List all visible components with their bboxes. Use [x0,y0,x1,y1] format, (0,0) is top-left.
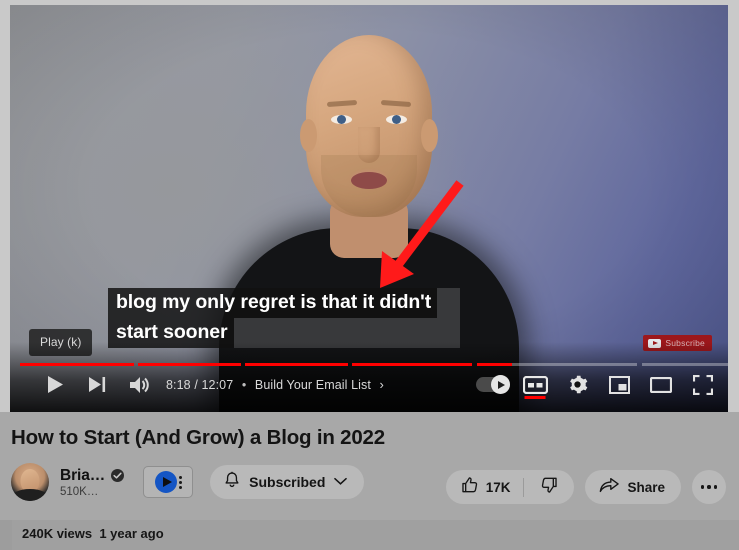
player-controls-left: 8:18 / 12:07 • Build Your Email List › [34,364,384,406]
play-keyboard-tooltip: Play (k) [29,329,93,356]
notification-play-icon [154,471,177,493]
bell-icon [224,471,240,494]
youtube-logo-icon [648,338,662,348]
like-button[interactable]: 17K [446,470,524,504]
publish-date: 1 year ago [99,526,164,541]
subscriber-count: 510K… [60,485,99,498]
miniplayer-button[interactable] [598,364,640,406]
player-controls-bar: 8:18 / 12:07 • Build Your Email List › [20,362,728,407]
subscribed-button[interactable]: Subscribed [210,465,365,499]
theater-mode-button[interactable] [640,364,682,406]
subscribe-watermark-label: Subscribe [665,338,705,348]
video-stats-row: 240K views 1 year ago [0,520,739,550]
thumbs-up-icon [461,476,479,499]
thumbs-down-icon [540,476,558,499]
time-and-chapter-display: 8:18 / 12:07 • Build Your Email List › [166,377,384,392]
channel-name[interactable]: Bria… [60,467,105,485]
page-title: How to Start (And Grow) a Blog in 2022 [11,426,385,449]
avatar[interactable] [11,463,49,501]
share-button[interactable]: Share [585,470,681,504]
subscribed-label: Subscribed [249,474,326,490]
settings-button[interactable] [556,364,598,406]
more-actions-button[interactable] [692,470,726,504]
autoplay-toggle[interactable] [472,364,514,406]
youtube-watch-page: blog my only regret is that it didn't st… [0,0,739,550]
volume-button[interactable] [118,364,160,406]
notification-settings-button[interactable] [143,466,194,498]
channel-name-row: Bria… [60,467,125,485]
like-count: 17K [485,479,511,495]
avatar-body [11,489,49,501]
view-stats: 240K views 1 year ago [22,526,164,541]
annotation-arrow-icon [362,173,472,298]
share-arrow-icon [599,477,620,498]
captions-button[interactable] [514,364,556,406]
autoplay-toggle-knob [491,375,510,394]
video-actions: 17K Share [445,470,726,504]
chapter-bullet: • [241,378,247,392]
caption-line-2: start sooner [108,318,234,348]
video-player[interactable]: blog my only regret is that it didn't st… [10,5,728,412]
verified-check-icon [111,469,125,482]
player-controls-right [472,364,724,406]
share-label: Share [627,479,665,495]
dislike-button[interactable] [524,470,574,504]
autoplay-toggle-icon [476,375,510,394]
captions-overlay: blog my only regret is that it didn't st… [108,288,460,348]
caption-line-1: blog my only regret is that it didn't [108,288,438,318]
chevron-right-icon[interactable]: › [380,377,384,392]
channel-owner-row: Bria… 510K… Subscribed [11,460,365,504]
chevron-down-icon [334,473,348,491]
view-count: 240K views [22,526,93,541]
captions-active-indicator [524,396,546,399]
subscribe-watermark-button[interactable]: Subscribe [643,335,712,351]
play-button[interactable] [34,364,76,406]
kebab-menu-icon[interactable] [178,475,182,489]
like-dislike-group: 17K [445,470,575,504]
time-separator: / [194,378,198,392]
channel-info: Bria… 510K… [60,467,125,498]
next-video-button[interactable] [76,364,118,406]
time-current: 8:18 [166,378,191,392]
time-total: 12:07 [201,378,234,392]
chapter-title[interactable]: Build Your Email List [255,378,371,392]
fullscreen-button[interactable] [682,364,724,406]
video-frame: blog my only regret is that it didn't st… [0,0,739,412]
